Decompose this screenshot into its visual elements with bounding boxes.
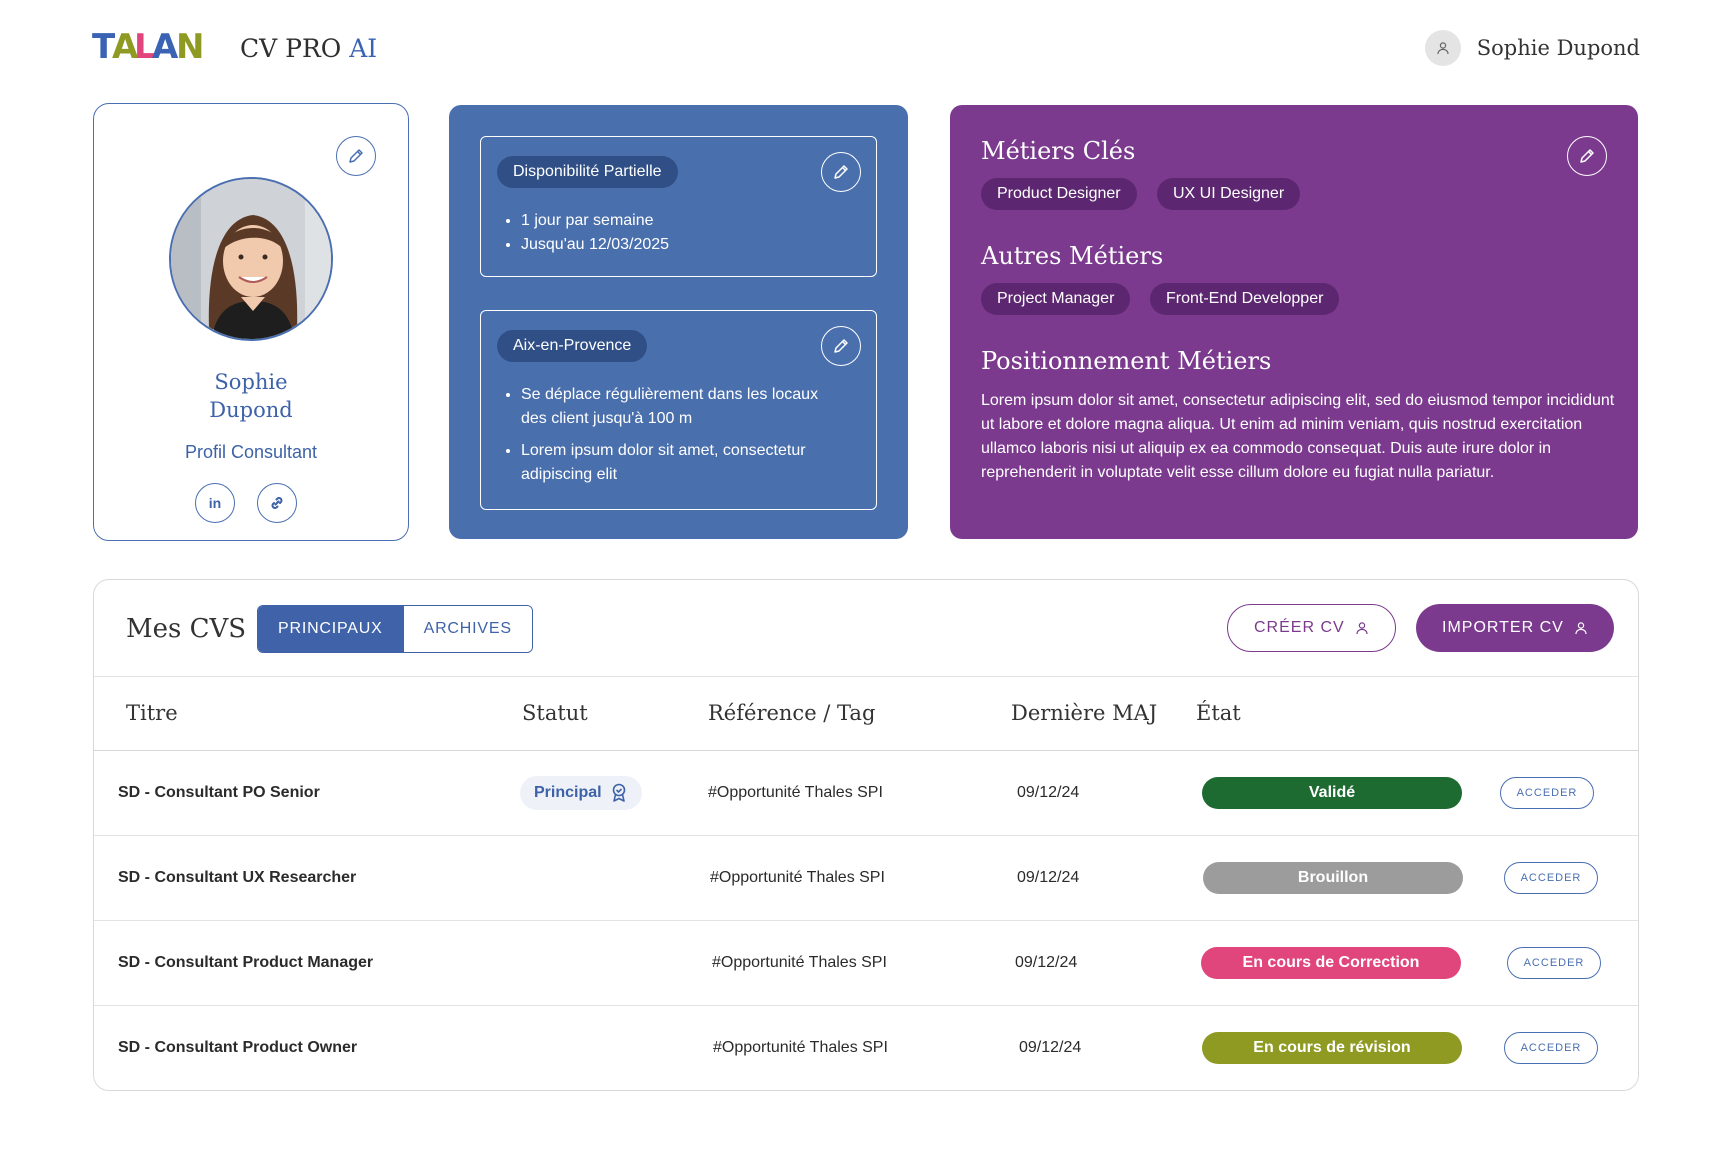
linkedin-icon: in [208,495,222,511]
edit-jobs-button[interactable] [1567,136,1607,176]
column-header-title: Titre [126,701,178,725]
talan-logo-icon: T A L A N [92,28,205,62]
profile-first-name: Sophie [214,370,288,394]
cv-date: 09/12/24 [1019,1039,1082,1056]
cv-title: SD - Consultant PO Senior [118,784,320,801]
user-avatar[interactable] [1424,30,1461,66]
location-city: Aix-en-Provence [497,330,648,362]
location-item: Se déplace régulièrement dans les locaux… [521,383,836,431]
profile-photo [169,177,333,341]
key-job-tag: UX UI Designer [1157,178,1301,210]
cv-section-title: Mes CVS [126,614,247,644]
award-icon [612,783,625,802]
cv-date: 09/12/24 [1017,869,1080,886]
app-title-ai: AI [349,34,378,63]
app-header: T A L A N CV PRO AI Sophie Dupond [92,28,1640,68]
column-header-reference: Référence / Tag [708,701,876,725]
acceder-button[interactable]: ACCEDER [1504,862,1598,894]
key-jobs-title: Métiers Clés [981,137,1136,165]
app-title-main: CV PRO [240,34,342,63]
import-cv-label: IMPORTER CV [1442,619,1564,636]
cv-title: SD - Consultant Product Manager [118,954,374,971]
cv-title: SD - Consultant UX Researcher [118,869,357,886]
cv-section: Mes CVS PRINCIPAUX ARCHIVES CRÉER CV IMP… [93,579,1639,1091]
talan-logo[interactable]: T A L A N [92,28,214,62]
user-name: Sophie Dupond [1476,36,1640,60]
create-cv-label: CRÉER CV [1254,619,1345,636]
linkedin-button[interactable]: in [195,483,235,523]
acceder-button[interactable]: ACCEDER [1507,947,1601,979]
column-header-status: Statut [522,701,588,725]
location-item: Lorem ipsum dolor sit amet, consectetur … [521,439,836,487]
cv-date: 09/12/24 [1015,954,1078,971]
link-icon [271,497,283,509]
table-row[interactable]: SD - Consultant Product Manager #Opportu… [94,921,1638,1005]
status-badge: Principal [520,776,642,810]
cv-title: SD - Consultant Product Owner [118,1039,358,1056]
cv-reference: #Opportunité Thales SPI [710,869,885,886]
cv-tabs: PRINCIPAUX ARCHIVES [257,605,533,653]
profile-role: Profil Consultant [184,442,318,462]
availability-panel: Disponibilité Partielle 1 jour par semai… [449,105,908,539]
cv-reference: #Opportunité Thales SPI [708,784,883,801]
user-icon [1437,42,1449,55]
import-cv-button[interactable]: IMPORTER CV [1416,604,1614,652]
profile-last-name: Dupond [209,398,293,422]
tab-principaux[interactable]: PRINCIPAUX [258,606,403,652]
state-badge: En cours de révision [1202,1032,1462,1064]
pencil-icon [349,149,363,163]
state-badge: Validé [1202,777,1462,809]
edit-location-button[interactable] [821,326,861,366]
profile-card: Sophie Dupond Profil Consultant in [93,103,409,541]
column-header-state: État [1196,701,1241,725]
column-header-updated: Dernière MAJ [1011,701,1158,725]
cv-reference: #Opportunité Thales SPI [713,1039,888,1056]
svg-text:A: A [152,28,179,62]
link-button[interactable] [257,483,297,523]
location-box: Aix-en-Provence Se déplace régulièrement… [480,310,877,510]
pencil-icon [1580,149,1594,163]
acceder-button[interactable]: ACCEDER [1500,777,1594,809]
tab-archives[interactable]: ARCHIVES [402,606,532,652]
availability-item: 1 jour par semaine [521,209,836,233]
availability-status: Disponibilité Partielle [497,156,678,188]
table-row[interactable]: SD - Consultant UX Researcher #Opportuni… [94,836,1638,920]
acceder-button[interactable]: ACCEDER [1504,1032,1598,1064]
divider [94,676,1638,677]
other-job-tag: Project Manager [981,283,1131,315]
edit-availability-button[interactable] [821,152,861,192]
availability-box: Disponibilité Partielle 1 jour par semai… [480,136,877,277]
other-jobs-title: Autres Métiers [981,242,1164,270]
cv-reference: #Opportunité Thales SPI [712,954,887,971]
other-job-tag: Front-End Developper [1150,283,1340,315]
state-badge: En cours de Correction [1201,947,1461,979]
pencil-icon [834,339,848,353]
positioning-text: Lorem ipsum dolor sit amet, consectetur … [981,392,1615,481]
user-menu[interactable]: Sophie Dupond [1424,30,1640,66]
availability-list: 1 jour par semaine Jusqu'au 12/03/2025 [521,209,836,257]
svg-text:N: N [176,28,202,62]
edit-profile-button[interactable] [336,136,376,176]
availability-item: Jusqu'au 12/03/2025 [521,233,836,257]
location-list: Se déplace régulièrement dans les locaux… [521,383,836,495]
pencil-icon [834,165,848,179]
table-row[interactable]: SD - Consultant Product Owner #Opportuni… [94,1006,1638,1090]
jobs-panel: Métiers Clés Product Designer UX UI Desi… [950,105,1638,539]
key-job-tag: Product Designer [981,178,1137,210]
portrait-image [171,179,331,339]
profile-name: Sophie Dupond [94,368,408,424]
positioning-title: Positionnement Métiers [981,347,1272,375]
status-label: Principal [534,784,602,801]
app-title: CV PRO AI [240,34,377,63]
cv-date: 09/12/24 [1017,784,1080,801]
user-icon [1575,622,1587,635]
state-badge: Brouillon [1203,862,1463,894]
create-cv-button[interactable]: CRÉER CV [1227,604,1396,652]
user-icon [1356,622,1368,635]
table-row[interactable]: SD - Consultant PO Senior Principal #Opp… [94,751,1638,835]
